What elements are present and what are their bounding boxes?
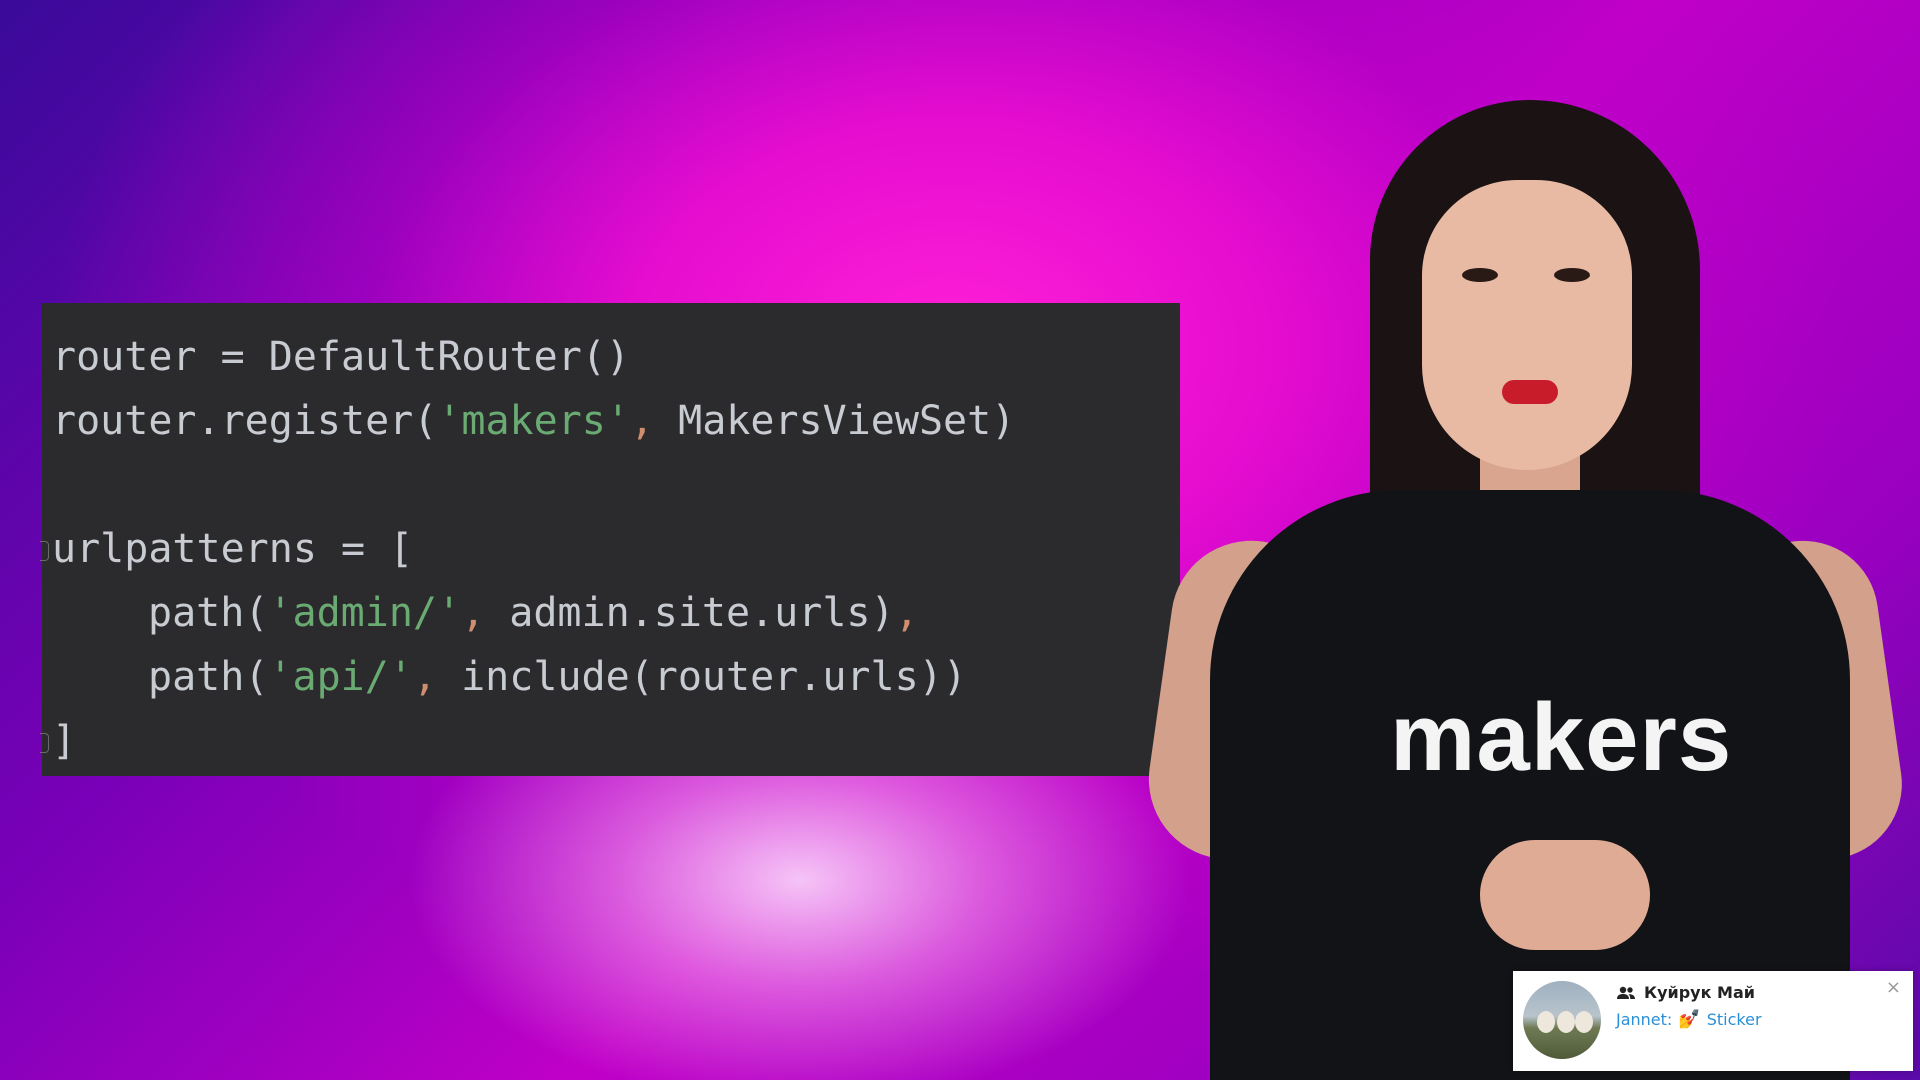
presenter-face bbox=[1422, 180, 1632, 470]
shirt-logo: makers bbox=[1390, 684, 1733, 791]
sticker-icon: 💅 bbox=[1678, 1009, 1701, 1030]
fold-marker-icon bbox=[40, 733, 49, 753]
presenter-eye bbox=[1462, 268, 1498, 282]
code-string: 'api/' bbox=[268, 654, 413, 700]
code-line-1: router = DefaultRouter() bbox=[42, 325, 1180, 389]
code-text: urlpatterns = [ bbox=[52, 526, 414, 572]
code-line-6: path('api/', include(router.urls)) bbox=[42, 645, 1180, 709]
code-string: 'makers' bbox=[437, 398, 630, 444]
code-text: MakersViewSet) bbox=[654, 398, 1016, 444]
code-punct: , bbox=[629, 398, 655, 444]
notification-message: Jannet: 💅 Sticker bbox=[1616, 1009, 1762, 1030]
video-frame: router = DefaultRouter() router.register… bbox=[0, 0, 1920, 1080]
sheep-shape bbox=[1575, 1011, 1593, 1033]
code-text: include(router.urls)) bbox=[437, 654, 967, 700]
chat-avatar bbox=[1523, 981, 1601, 1059]
sheep-shape bbox=[1537, 1011, 1555, 1033]
message-text: Sticker bbox=[1706, 1010, 1762, 1029]
code-line-7: ] bbox=[40, 709, 1180, 773]
code-text: router.register( bbox=[52, 398, 438, 444]
presenter-hands bbox=[1480, 840, 1650, 950]
group-chat-icon bbox=[1616, 985, 1636, 999]
presenter: makers bbox=[1138, 100, 1912, 1080]
code-panel: router = DefaultRouter() router.register… bbox=[40, 303, 1180, 776]
code-line-4: urlpatterns = [ bbox=[40, 517, 1180, 581]
notification-title: Куйрук Май bbox=[1644, 982, 1755, 1002]
fold-marker-icon bbox=[40, 541, 49, 561]
presenter-lips bbox=[1502, 380, 1558, 404]
code-line-5: path('admin/', admin.site.urls), bbox=[42, 581, 1180, 645]
code-text: ] bbox=[52, 718, 77, 764]
code-string: 'admin/' bbox=[268, 590, 462, 636]
sheep-shape bbox=[1557, 1011, 1575, 1033]
close-icon[interactable]: × bbox=[1886, 979, 1901, 997]
code-punct: , bbox=[412, 654, 438, 700]
message-sender: Jannet: bbox=[1616, 1010, 1673, 1029]
code-text: path( bbox=[148, 590, 269, 636]
notification-toast[interactable]: Куйрук Май Jannet: 💅 Sticker × bbox=[1513, 971, 1913, 1071]
presenter-eye bbox=[1554, 268, 1590, 282]
code-text: admin.site.urls) bbox=[485, 590, 895, 636]
code-text: path( bbox=[148, 654, 269, 700]
code-punct: , bbox=[461, 590, 486, 636]
code-text: router = DefaultRouter() bbox=[52, 334, 630, 380]
code-punct: , bbox=[894, 590, 919, 636]
code-line-2: router.register('makers', MakersViewSet) bbox=[42, 389, 1180, 453]
notification-header: Куйрук Май bbox=[1616, 981, 1755, 1003]
